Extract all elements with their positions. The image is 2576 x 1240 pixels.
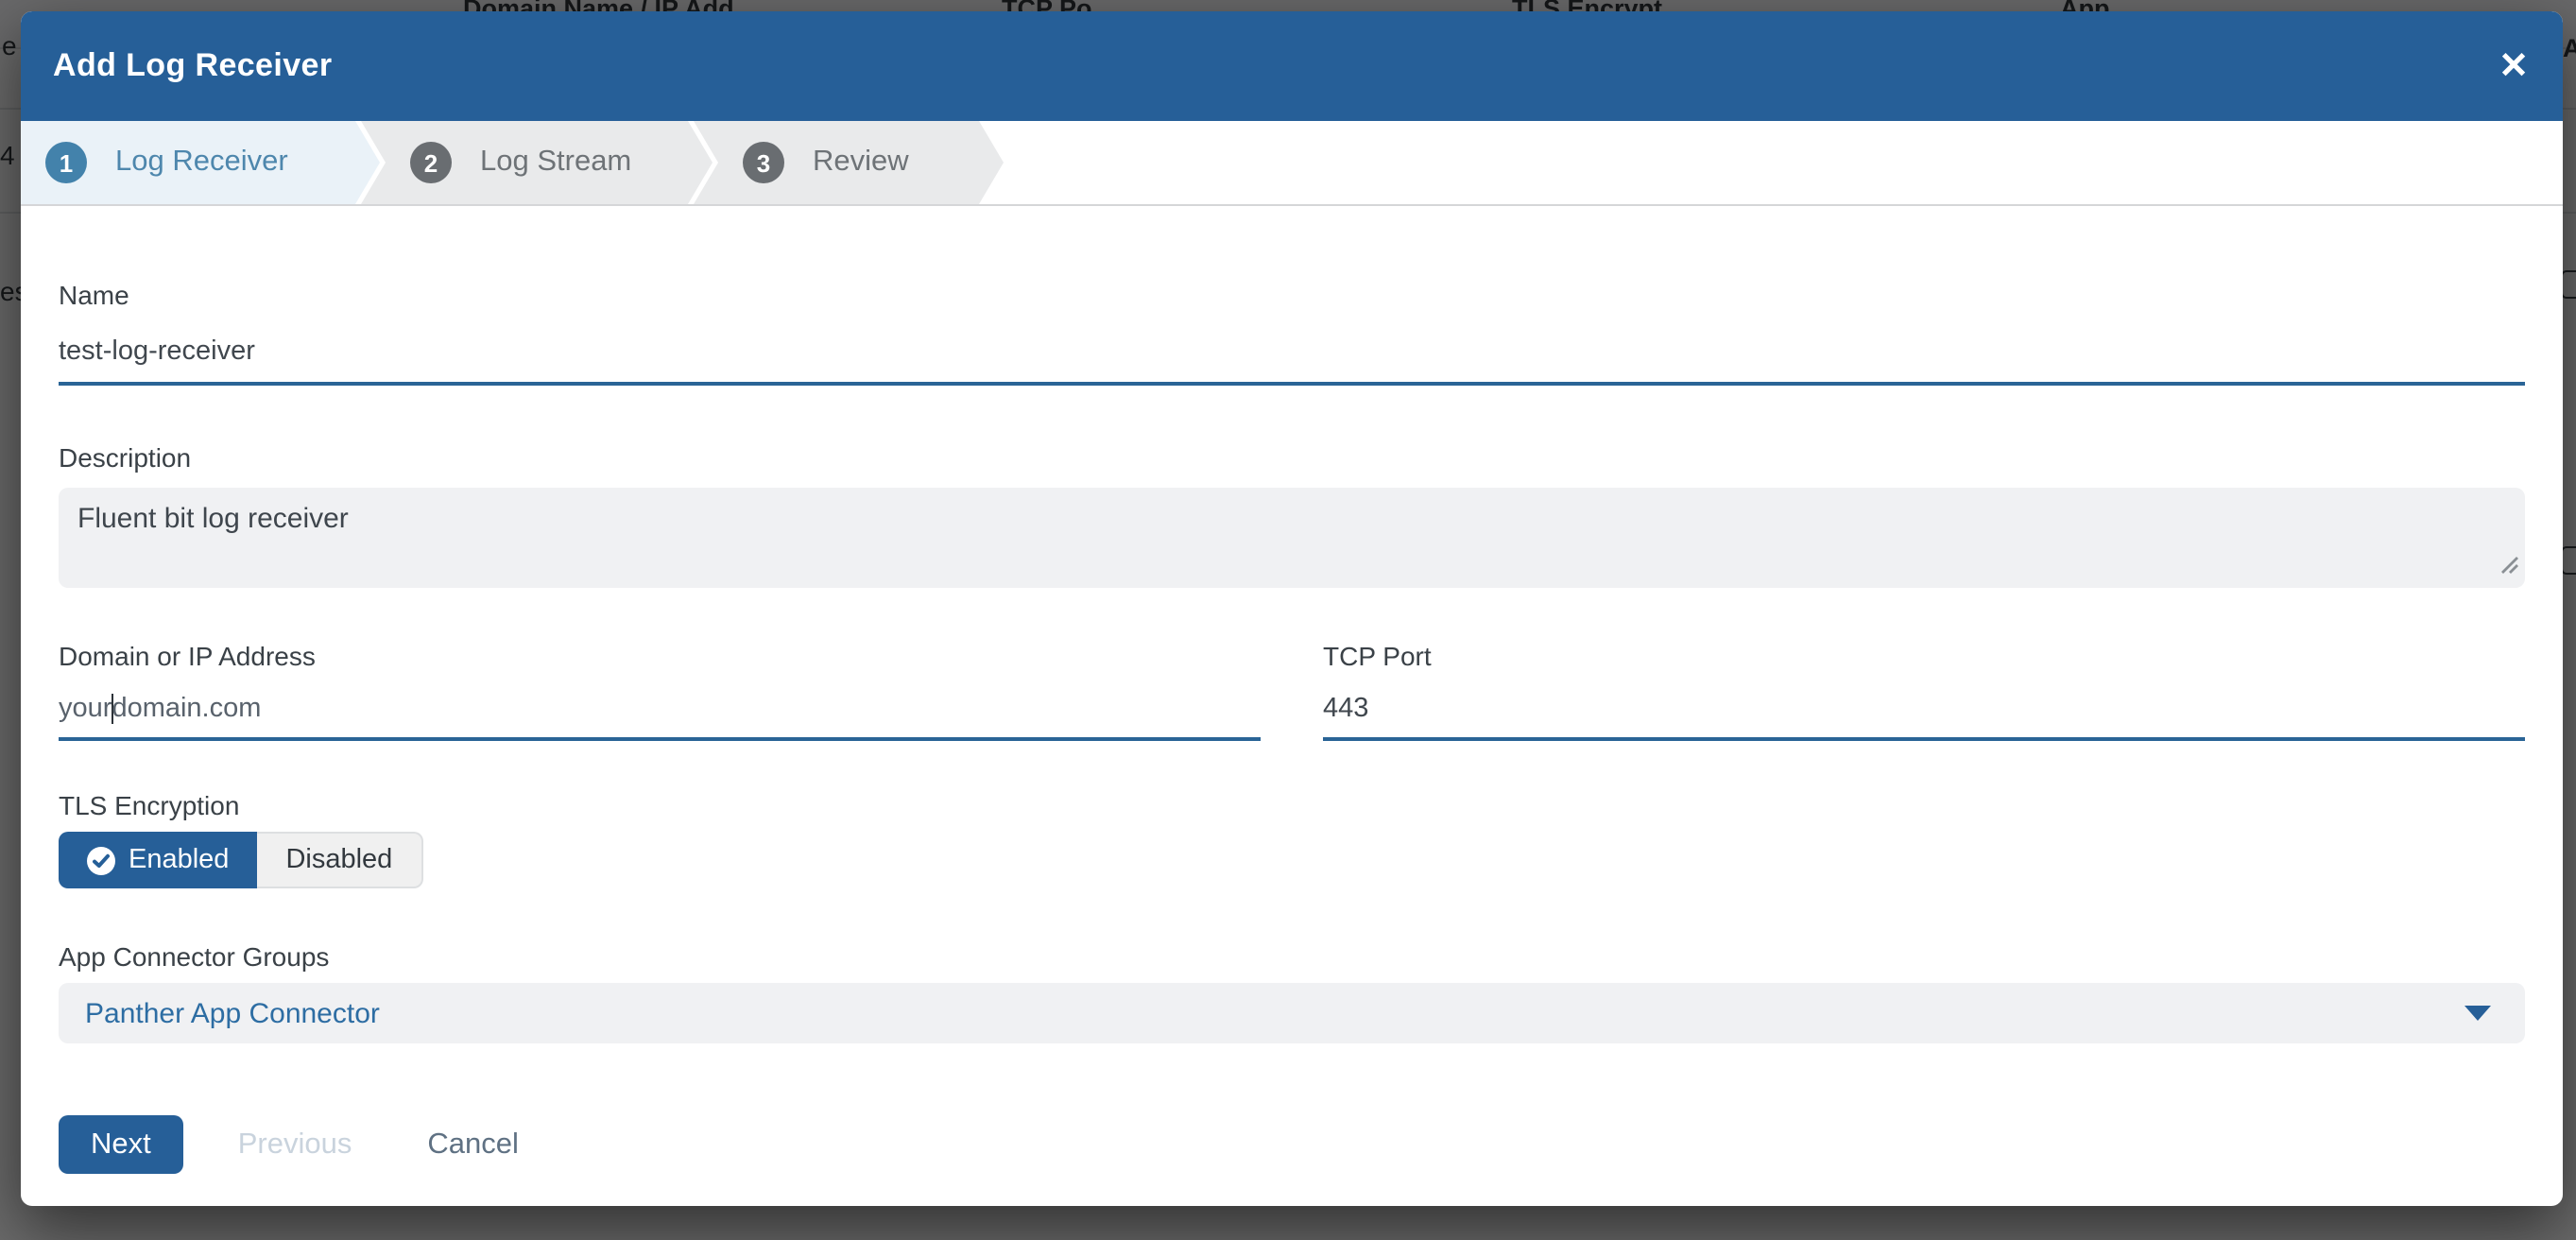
dialog-title: Add Log Receiver (53, 47, 332, 85)
description-label: Description (59, 442, 2525, 473)
tls-label: TLS Encryption (59, 790, 2525, 820)
close-icon[interactable]: ✕ (2495, 41, 2533, 92)
connector-groups-value: Panther App Connector (85, 997, 380, 1029)
step-review[interactable]: 3 Review (694, 121, 1004, 204)
tcp-port-field-group: TCP Port 443 (1323, 641, 2525, 741)
wizard-stepper: 1 Log Receiver 2 Log Stream 3 Review (21, 121, 2563, 206)
step-label: Review (813, 146, 909, 180)
name-label: Name (59, 280, 2525, 310)
connector-groups-label: App Connector Groups (59, 941, 2525, 972)
step-number-badge: 2 (410, 142, 452, 183)
domain-value-after-caret: domain.com (112, 694, 261, 724)
screen: Domain Name / IP Add TCP Po TLS Encrypt … (0, 0, 2576, 1240)
step-number-badge: 1 (45, 142, 87, 183)
add-log-receiver-dialog: Add Log Receiver ✕ 1 Log Receiver 2 Log … (21, 11, 2563, 1206)
tcp-port-input[interactable]: 443 (1323, 690, 2525, 741)
domain-value-before-caret: your (59, 694, 112, 724)
dialog-header: Add Log Receiver ✕ (21, 11, 2563, 121)
description-field-group: Description Fluent bit log receiver (59, 442, 2525, 588)
domain-field-group: Domain or IP Address yourdomain.com (59, 641, 1261, 741)
domain-input[interactable]: yourdomain.com (59, 690, 1261, 741)
tls-disabled-option[interactable]: Disabled (257, 832, 422, 888)
step-label: Log Receiver (115, 146, 288, 180)
step-number-badge: 3 (743, 142, 784, 183)
step-log-receiver[interactable]: 1 Log Receiver (21, 121, 380, 204)
tcp-port-label: TCP Port (1323, 641, 2525, 671)
description-textarea[interactable]: Fluent bit log receiver (59, 488, 2525, 588)
tls-field-group: TLS Encryption Enabled Disabled (59, 790, 2525, 888)
tls-toggle-group: Enabled Disabled (59, 832, 422, 888)
check-circle-icon (87, 846, 115, 874)
description-value: Fluent bit log receiver (77, 503, 349, 535)
tls-disabled-label: Disabled (285, 845, 392, 875)
next-button[interactable]: Next (59, 1115, 183, 1174)
step-log-stream[interactable]: 2 Log Stream (361, 121, 713, 204)
connector-groups-field-group: App Connector Groups Panther App Connect… (59, 941, 2525, 1043)
resize-handle-icon[interactable] (2499, 550, 2519, 582)
domain-label: Domain or IP Address (59, 641, 1261, 671)
connector-groups-dropdown[interactable]: Panther App Connector (59, 983, 2525, 1043)
dialog-body: Name test-log-receiver Description Fluen… (21, 206, 2563, 1174)
tls-enabled-option[interactable]: Enabled (59, 832, 257, 888)
chevron-down-icon (2464, 1006, 2491, 1021)
previous-button[interactable]: Previous (238, 1128, 352, 1162)
step-label: Log Stream (480, 146, 631, 180)
dialog-actions: Next Previous Cancel (59, 1115, 2525, 1174)
tls-enabled-label: Enabled (129, 845, 229, 875)
name-input[interactable]: test-log-receiver (59, 333, 2525, 386)
name-field-group: Name test-log-receiver (59, 280, 2525, 386)
cancel-button[interactable]: Cancel (427, 1128, 519, 1162)
